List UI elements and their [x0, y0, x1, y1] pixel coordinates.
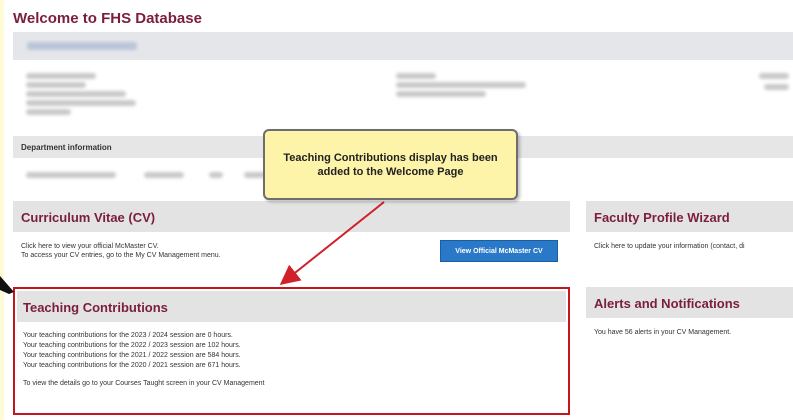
redacted-user-name	[27, 42, 137, 50]
profile-wizard-heading: Faculty Profile Wizard	[586, 201, 793, 232]
teaching-line: Your teaching contributions for the 2020…	[23, 362, 241, 369]
teaching-line: Your teaching contributions for the 2023…	[23, 332, 233, 339]
teaching-contributions-list: Your teaching contributions for the 2023…	[23, 331, 265, 389]
profile-wizard-text: Click here to update your information (c…	[594, 243, 745, 250]
welcome-page: Welcome to FHS Database Department infor…	[4, 0, 793, 420]
teaching-line: Your teaching contributions for the 2021…	[23, 352, 241, 359]
teaching-contributions-panel: Teaching Contributions Your teaching con…	[13, 287, 570, 415]
view-official-cv-button[interactable]: View Official McMaster CV	[440, 240, 558, 262]
alerts-heading: Alerts and Notifications	[586, 287, 793, 318]
cv-text-line2: To access your CV entries, go to the My …	[21, 252, 221, 259]
teaching-contributions-heading: Teaching Contributions	[17, 291, 566, 322]
teaching-line: Your teaching contributions for the 2022…	[23, 342, 241, 349]
cv-heading: Curriculum Vitae (CV)	[13, 201, 570, 232]
cv-text-line1: Click here to view your official McMaste…	[21, 243, 159, 250]
alerts-text: You have 56 alerts in your CV Management…	[594, 329, 732, 336]
page-title: Welcome to FHS Database	[13, 10, 202, 27]
annotation-callout: Teaching Contributions display has been …	[263, 129, 518, 200]
teaching-footer: To view the details go to your Courses T…	[23, 380, 265, 387]
department-label: Department information	[21, 143, 112, 152]
user-banner	[13, 32, 793, 60]
